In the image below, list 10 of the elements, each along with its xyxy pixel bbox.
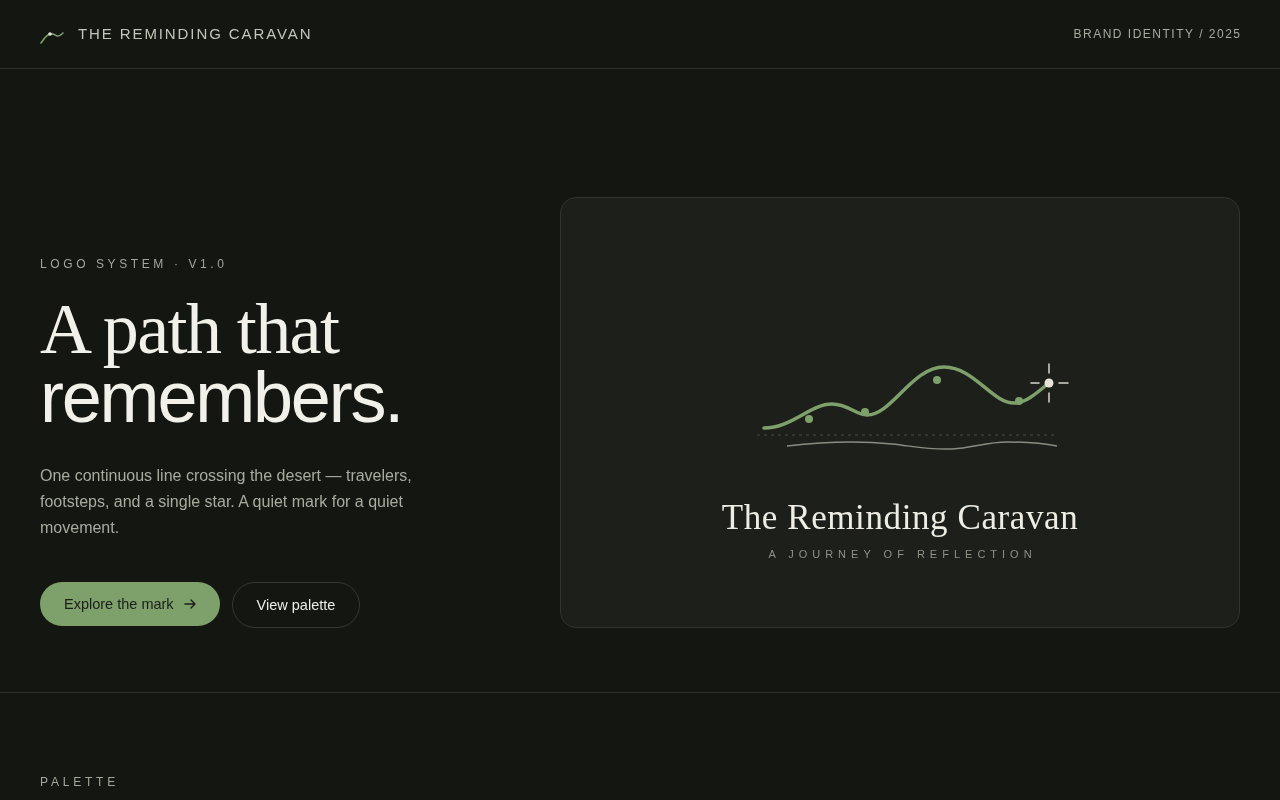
arrow-right-icon (183, 599, 196, 609)
header-meta: BRAND IDENTITY / 2025 (1073, 27, 1242, 41)
section-label: PALETTE (40, 775, 121, 789)
logo-wordmark: The Reminding Caravan (721, 497, 1079, 539)
brand-name: THE REMINDING CARAVAN (78, 24, 313, 42)
hero-description: One continuous line crossing the desert — travelers, footsteps, and a single star. A quiet mark for a quiet movement. (40, 466, 413, 538)
hero-headline: A path that remembers. (40, 295, 403, 431)
logo-tagline: A JOURNEY OF REFLECTION (767, 547, 1037, 561)
explore-button[interactable]: Explore the mark (40, 582, 220, 626)
eyebrow-label: LOGO SYSTEM · V1.0 (40, 257, 228, 271)
